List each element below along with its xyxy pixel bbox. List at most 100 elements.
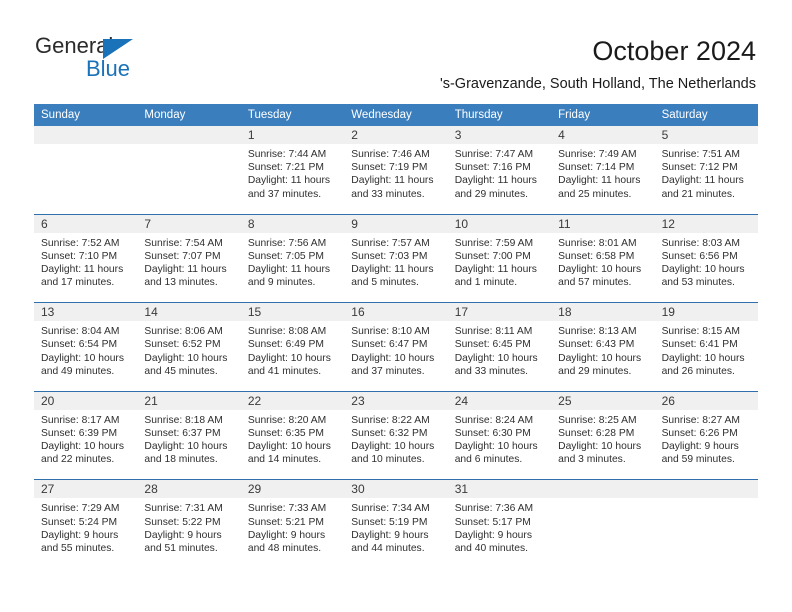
logo-text-blue: Blue bbox=[86, 56, 131, 81]
weekday-wednesday: Wednesday bbox=[351, 109, 412, 121]
day-number-band: 16 bbox=[344, 303, 448, 322]
sunset-text: Sunset: 5:17 PM bbox=[454, 516, 531, 528]
day-number-band bbox=[137, 126, 241, 144]
calendar-day-cell[interactable]: 4 Sunrise: 7:49 AM Sunset: 7:14 PM Daylight… bbox=[551, 126, 655, 214]
day-info: Sunrise: 7:56 AM Sunset: 7:05 PM Daylight:… bbox=[241, 233, 344, 290]
daylight-text: Daylight: 11 hours and 37 minutes. bbox=[247, 175, 331, 200]
daylight-text: Daylight: 11 hours and 29 minutes. bbox=[454, 175, 537, 200]
calendar-day-cell[interactable]: 14 Sunrise: 8:06 AM Sunset: 6:52 PM Dayligh… bbox=[137, 303, 241, 391]
calendar-week-row: 20 Sunrise: 8:17 AM Sunset: 6:39 PM Dayligh… bbox=[34, 390, 758, 480]
day-number-band: 26 bbox=[654, 391, 758, 410]
day-number-band: 15 bbox=[240, 303, 345, 322]
calendar-day-cell[interactable]: 25 Sunrise: 8:25 AM Sunset: 6:28 PM Dayligh… bbox=[551, 391, 655, 480]
daylight-text: Daylight: 11 hours and 25 minutes. bbox=[558, 175, 641, 200]
day-number-band: 25 bbox=[551, 391, 655, 410]
calendar-day-cell[interactable]: 18 Sunrise: 8:13 AM Sunset: 6:43 PM Dayligh… bbox=[551, 303, 655, 391]
day-number: 29 bbox=[247, 482, 262, 497]
day-number: 1 bbox=[247, 128, 255, 142]
sunset-text: Sunset: 6:35 PM bbox=[247, 427, 324, 439]
sunrise-text: Sunrise: 7:31 AM bbox=[144, 503, 223, 515]
sunset-text: Sunset: 6:30 PM bbox=[454, 427, 531, 439]
calendar-day-cell[interactable]: 7 Sunrise: 7:54 AM Sunset: 7:07 PM Daylight… bbox=[137, 214, 241, 303]
day-number-band: 10 bbox=[447, 214, 552, 233]
calendar-day-cell[interactable]: 29 Sunrise: 7:33 AM Sunset: 5:21 PM Dayligh… bbox=[240, 480, 345, 568]
calendar-day-cell[interactable]: 12 Sunrise: 8:03 AM Sunset: 6:56 PM Dayligh… bbox=[654, 214, 758, 303]
sunrise-text: Sunrise: 8:22 AM bbox=[351, 414, 430, 426]
sunrise-text: Sunrise: 8:20 AM bbox=[247, 414, 327, 426]
calendar-day-cell[interactable]: 6 Sunrise: 7:52 AM Sunset: 7:10 PM Daylight… bbox=[34, 214, 138, 303]
calendar-day-cell[interactable]: 26 Sunrise: 8:27 AM Sunset: 6:26 PM Dayligh… bbox=[654, 391, 758, 480]
calendar-day-cell-empty bbox=[654, 480, 758, 568]
calendar-day-cell[interactable]: 15 Sunrise: 8:08 AM Sunset: 6:49 PM Dayligh… bbox=[240, 303, 345, 391]
calendar-day-cell[interactable]: 27 Sunrise: 7:29 AM Sunset: 5:24 PM Dayligh… bbox=[34, 480, 138, 568]
sunrise-text: Sunrise: 8:08 AM bbox=[247, 326, 327, 338]
day-number-band: 19 bbox=[654, 303, 758, 322]
day-info: Sunrise: 7:46 AM Sunset: 7:19 PM Daylight:… bbox=[344, 144, 447, 201]
day-number: 5 bbox=[661, 128, 669, 142]
calendar-day-cell[interactable]: 13 Sunrise: 8:04 AM Sunset: 6:54 PM Dayligh… bbox=[34, 303, 138, 391]
day-number: 18 bbox=[558, 305, 572, 320]
day-number-band: 6 bbox=[34, 214, 138, 233]
day-info: Sunrise: 8:03 AM Sunset: 6:56 PM Daylight:… bbox=[655, 233, 758, 290]
calendar-day-cell[interactable]: 22 Sunrise: 8:20 AM Sunset: 6:35 PM Dayligh… bbox=[240, 391, 345, 480]
calendar-day-cell[interactable]: 21 Sunrise: 8:18 AM Sunset: 6:37 PM Dayligh… bbox=[137, 391, 241, 480]
daylight-text: Daylight: 10 hours and 26 minutes. bbox=[661, 352, 745, 377]
calendar-day-cell[interactable]: 10 Sunrise: 7:59 AM Sunset: 7:00 PM Dayligh… bbox=[447, 214, 552, 303]
sunrise-text: Sunrise: 7:59 AM bbox=[454, 237, 534, 249]
day-info: Sunrise: 7:31 AM Sunset: 5:22 PM Daylight:… bbox=[137, 498, 240, 555]
day-number: 30 bbox=[351, 482, 365, 497]
calendar-day-cell[interactable]: 2 Sunrise: 7:46 AM Sunset: 7:19 PM Daylight… bbox=[344, 126, 448, 214]
weekday-saturday: Saturday bbox=[661, 109, 708, 121]
calendar-day-cell[interactable]: 28 Sunrise: 7:31 AM Sunset: 5:22 PM Dayligh… bbox=[137, 480, 241, 568]
calendar-day-cell[interactable]: 16 Sunrise: 8:10 AM Sunset: 6:47 PM Dayligh… bbox=[344, 303, 448, 391]
sunrise-text: Sunrise: 8:25 AM bbox=[558, 414, 637, 426]
sunrise-text: Sunrise: 7:47 AM bbox=[454, 149, 534, 160]
calendar-day-cell-empty bbox=[137, 126, 241, 214]
calendar-day-cell[interactable]: 24 Sunrise: 8:24 AM Sunset: 6:30 PM Dayligh… bbox=[447, 391, 552, 480]
calendar-day-cell[interactable]: 17 Sunrise: 8:11 AM Sunset: 6:45 PM Dayligh… bbox=[447, 303, 552, 391]
calendar-day-cell[interactable]: 9 Sunrise: 7:57 AM Sunset: 7:03 PM Daylight… bbox=[344, 214, 448, 303]
sunrise-text: Sunrise: 8:13 AM bbox=[558, 326, 637, 338]
daylight-text: Daylight: 10 hours and 57 minutes. bbox=[558, 264, 642, 289]
sunrise-text: Sunrise: 7:56 AM bbox=[247, 237, 327, 249]
day-info: Sunrise: 8:10 AM Sunset: 6:47 PM Daylight:… bbox=[344, 321, 447, 378]
day-number: 8 bbox=[247, 216, 255, 231]
day-info: Sunrise: 8:22 AM Sunset: 6:32 PM Daylight:… bbox=[344, 410, 447, 467]
day-info: Sunrise: 8:01 AM Sunset: 6:58 PM Daylight:… bbox=[551, 233, 654, 290]
sunset-text: Sunset: 6:49 PM bbox=[247, 339, 324, 351]
day-number-band: 7 bbox=[137, 214, 241, 233]
calendar-day-cell[interactable]: 3 Sunrise: 7:47 AM Sunset: 7:16 PM Daylight… bbox=[447, 126, 552, 214]
daylight-text: Daylight: 11 hours and 1 minute. bbox=[454, 264, 537, 289]
day-number-band: 18 bbox=[551, 303, 655, 322]
calendar-day-cell[interactable]: 11 Sunrise: 8:01 AM Sunset: 6:58 PM Dayligh… bbox=[551, 214, 655, 303]
daylight-text: Daylight: 10 hours and 3 minutes. bbox=[558, 441, 642, 466]
calendar-day-cell[interactable]: 23 Sunrise: 8:22 AM Sunset: 6:32 PM Dayligh… bbox=[344, 391, 448, 480]
calendar-day-cell[interactable]: 5 Sunrise: 7:51 AM Sunset: 7:12 PM Daylight… bbox=[654, 126, 758, 214]
sunset-text: Sunset: 7:21 PM bbox=[247, 162, 324, 174]
calendar-week-row: 6 Sunrise: 7:52 AM Sunset: 7:10 PM Daylight… bbox=[34, 213, 758, 303]
calendar-day-cell[interactable]: 1 Sunrise: 7:44 AM Sunset: 7:21 PM Daylight… bbox=[240, 126, 345, 214]
calendar-day-cell[interactable]: 30 Sunrise: 7:34 AM Sunset: 5:19 PM Dayligh… bbox=[344, 480, 448, 568]
daylight-text: Daylight: 10 hours and 18 minutes. bbox=[144, 441, 228, 466]
weekday-monday: Monday bbox=[144, 109, 186, 121]
day-number: 20 bbox=[41, 393, 55, 408]
calendar-day-cell[interactable]: 19 Sunrise: 8:15 AM Sunset: 6:41 PM Dayligh… bbox=[654, 303, 758, 391]
day-info: Sunrise: 7:47 AM Sunset: 7:16 PM Daylight:… bbox=[448, 144, 551, 201]
day-number-band: 20 bbox=[34, 391, 138, 410]
day-number: 24 bbox=[454, 393, 469, 408]
day-number: 25 bbox=[558, 393, 572, 408]
sunset-text: Sunset: 7:07 PM bbox=[144, 250, 221, 262]
sunrise-text: Sunrise: 8:24 AM bbox=[454, 414, 534, 426]
sunrise-text: Sunrise: 7:57 AM bbox=[351, 237, 430, 249]
page-subtitle: 's-Gravenzande, South Holland, The Nethe… bbox=[439, 76, 756, 92]
sunset-text: Sunset: 7:03 PM bbox=[351, 250, 428, 262]
sunset-text: Sunset: 5:21 PM bbox=[247, 516, 324, 528]
daylight-text: Daylight: 10 hours and 14 minutes. bbox=[247, 441, 331, 466]
calendar-day-cell[interactable]: 8 Sunrise: 7:56 AM Sunset: 7:05 PM Daylight… bbox=[240, 214, 345, 303]
calendar-day-cell[interactable]: 20 Sunrise: 8:17 AM Sunset: 6:39 PM Dayligh… bbox=[34, 391, 138, 480]
sunrise-text: Sunrise: 8:18 AM bbox=[144, 414, 223, 426]
sunset-text: Sunset: 6:52 PM bbox=[144, 339, 221, 351]
logo[interactable]: General Blue bbox=[35, 33, 215, 85]
calendar-day-cell[interactable]: 31 Sunrise: 7:36 AM Sunset: 5:17 PM Dayligh… bbox=[447, 480, 552, 568]
day-number-band: 8 bbox=[240, 214, 345, 233]
